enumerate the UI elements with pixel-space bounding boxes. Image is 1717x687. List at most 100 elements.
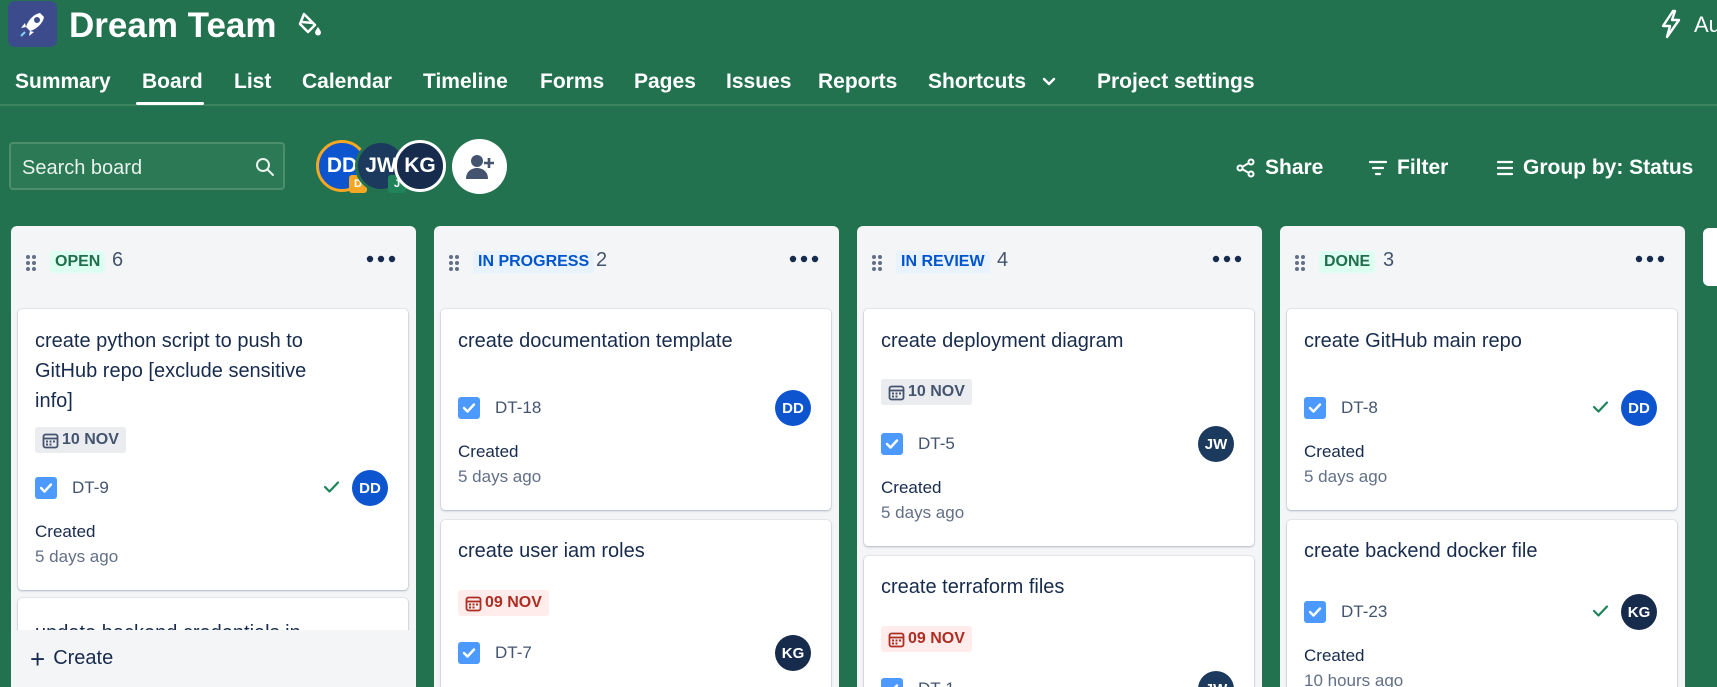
issue-key[interactable]: DT-8 bbox=[1341, 398, 1378, 418]
search-input[interactable]: Search board bbox=[9, 142, 285, 190]
plus-icon: + bbox=[30, 643, 46, 674]
assignee-avatar[interactable]: DD bbox=[1621, 390, 1657, 426]
group-by-label: Group by: Status bbox=[1523, 156, 1694, 179]
project-header: Dream Team Au bbox=[0, 0, 1717, 52]
created-label: Created bbox=[881, 478, 942, 497]
group-by-button[interactable]: Group by: Status bbox=[1496, 156, 1693, 180]
filter-button[interactable]: Filter bbox=[1368, 156, 1448, 180]
column-in-review: IN REVIEW 4 create deployment diagram 10… bbox=[857, 226, 1262, 687]
drag-handle-icon[interactable] bbox=[1294, 254, 1306, 277]
automation-label[interactable]: Au bbox=[1694, 12, 1717, 38]
add-people-button[interactable] bbox=[452, 139, 507, 194]
drag-handle-icon[interactable] bbox=[448, 254, 460, 277]
task-type-icon bbox=[35, 477, 57, 499]
status-lozenge: IN PROGRESS bbox=[473, 251, 595, 273]
issue-key[interactable]: DT-23 bbox=[1341, 602, 1387, 622]
issue-title[interactable]: create documentation template bbox=[458, 326, 778, 356]
tab-timeline[interactable]: Timeline bbox=[423, 70, 508, 94]
more-icon[interactable] bbox=[1635, 250, 1665, 268]
column-header: OPEN 6 bbox=[11, 226, 416, 296]
tab-list[interactable]: List bbox=[234, 70, 271, 94]
search-icon bbox=[255, 157, 275, 182]
share-icon bbox=[1236, 158, 1255, 178]
created-time: 5 days ago bbox=[35, 547, 119, 566]
drag-handle-icon[interactable] bbox=[871, 254, 883, 277]
task-type-icon bbox=[881, 433, 903, 455]
done-check-icon bbox=[1592, 604, 1609, 623]
issue-card[interactable]: create backend docker file DT-23 KG Crea… bbox=[1287, 520, 1677, 687]
issue-title[interactable]: create terraform files bbox=[881, 572, 1201, 602]
drag-handle-icon[interactable] bbox=[25, 254, 37, 277]
task-type-icon bbox=[458, 642, 480, 664]
due-date-badge: 10 NOV bbox=[881, 379, 972, 405]
assignee-avatar[interactable]: JW bbox=[1198, 426, 1234, 462]
column-header: DONE 3 bbox=[1280, 226, 1685, 296]
created-time: 5 days ago bbox=[881, 503, 965, 522]
tab-calendar[interactable]: Calendar bbox=[302, 70, 392, 94]
done-check-icon bbox=[1592, 400, 1609, 419]
create-label: Create bbox=[53, 647, 114, 669]
issue-card[interactable]: create user iam roles 09 NOV DT-7 KG bbox=[441, 520, 831, 687]
tab-summary[interactable]: Summary bbox=[15, 70, 111, 94]
tab-shortcuts[interactable]: Shortcuts bbox=[928, 70, 1026, 94]
assignee-avatar[interactable]: DD bbox=[775, 390, 811, 426]
tab-board[interactable]: Board bbox=[142, 70, 203, 94]
issue-card[interactable]: create python script to push to GitHub r… bbox=[18, 309, 408, 590]
column-count: 6 bbox=[112, 249, 124, 271]
issue-title[interactable]: create deployment diagram bbox=[881, 326, 1201, 356]
project-title[interactable]: Dream Team bbox=[69, 4, 277, 48]
issue-key[interactable]: DT-7 bbox=[495, 643, 532, 663]
search-placeholder: Search board bbox=[22, 157, 143, 179]
created-label: Created bbox=[1304, 646, 1365, 665]
lightning-icon[interactable] bbox=[1658, 9, 1684, 44]
chevron-down-icon[interactable] bbox=[1041, 74, 1057, 95]
list-icon bbox=[1496, 160, 1514, 176]
issue-title[interactable]: create python script to push to GitHub r… bbox=[35, 326, 335, 416]
due-date-badge: 10 NOV bbox=[35, 427, 126, 453]
tab-reports[interactable]: Reports bbox=[818, 70, 897, 94]
issue-title[interactable]: create user iam roles bbox=[458, 536, 778, 566]
issue-title[interactable]: create backend docker file bbox=[1304, 536, 1624, 566]
task-type-icon bbox=[1304, 601, 1326, 623]
task-type-icon bbox=[881, 678, 903, 687]
create-issue-button[interactable]: + Create bbox=[30, 643, 114, 674]
assignee-avatar[interactable]: KG bbox=[775, 635, 811, 671]
created-label: Created bbox=[35, 522, 96, 541]
issue-card[interactable]: create terraform files 09 NOV DT-1 JW bbox=[864, 556, 1254, 687]
next-column-edge bbox=[1703, 228, 1717, 286]
issue-key[interactable]: DT-9 bbox=[72, 478, 109, 498]
issue-title[interactable]: create GitHub main repo bbox=[1304, 326, 1624, 356]
tab-forms[interactable]: Forms bbox=[540, 70, 604, 94]
calendar-icon bbox=[42, 433, 59, 448]
paint-bucket-icon[interactable] bbox=[298, 10, 324, 43]
due-date-badge: 09 NOV bbox=[881, 626, 972, 652]
filter-label: Filter bbox=[1397, 156, 1449, 179]
member-avatar-kg[interactable]: KG bbox=[394, 140, 446, 192]
tab-issues[interactable]: Issues bbox=[726, 70, 791, 94]
tab-project-settings[interactable]: Project settings bbox=[1097, 70, 1255, 94]
issue-card[interactable]: create deployment diagram 10 NOV DT-5 JW… bbox=[864, 309, 1254, 546]
rocket-icon[interactable] bbox=[8, 1, 57, 47]
created-time: 5 days ago bbox=[1304, 467, 1388, 486]
assignee-avatar[interactable]: KG bbox=[1621, 594, 1657, 630]
issue-key[interactable]: DT-1 bbox=[918, 679, 955, 687]
issue-key[interactable]: DT-5 bbox=[918, 434, 955, 454]
assignee-avatar[interactable]: DD bbox=[352, 470, 388, 506]
column-count: 3 bbox=[1383, 249, 1395, 271]
column-header: IN REVIEW 4 bbox=[857, 226, 1262, 296]
calendar-icon bbox=[888, 385, 905, 400]
create-bar: + Create bbox=[11, 630, 415, 687]
issue-key[interactable]: DT-18 bbox=[495, 398, 541, 418]
created-label: Created bbox=[458, 442, 519, 461]
assignee-avatar[interactable]: JW bbox=[1198, 671, 1234, 687]
share-button[interactable]: Share bbox=[1236, 156, 1323, 180]
active-tab-indicator bbox=[136, 102, 204, 105]
issue-card[interactable]: create documentation template DT-18 DD C… bbox=[441, 309, 831, 510]
tab-pages[interactable]: Pages bbox=[634, 70, 696, 94]
status-lozenge: DONE bbox=[1319, 251, 1376, 273]
more-icon[interactable] bbox=[1212, 250, 1242, 268]
share-label: Share bbox=[1265, 156, 1324, 179]
issue-card[interactable]: create GitHub main repo DT-8 DD Created … bbox=[1287, 309, 1677, 510]
more-icon[interactable] bbox=[789, 250, 819, 268]
more-icon[interactable] bbox=[366, 250, 396, 268]
